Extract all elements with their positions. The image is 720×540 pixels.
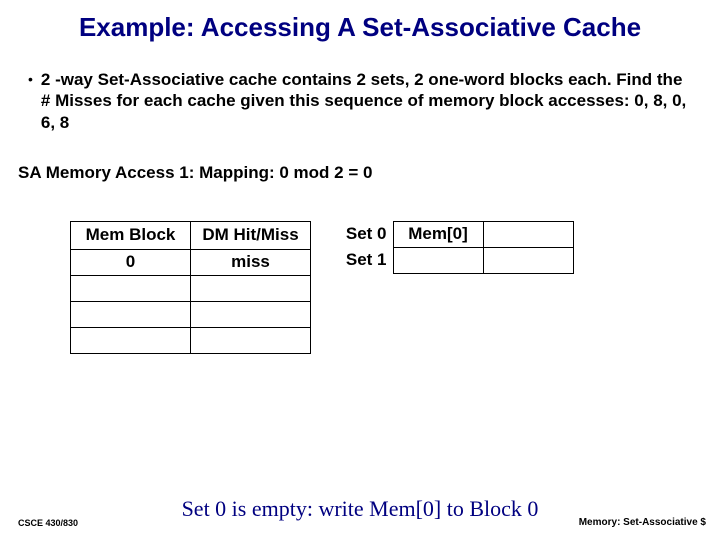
access-mapping-line: SA Memory Access 1: Mapping: 0 mod 2 = 0 bbox=[0, 133, 720, 183]
bullet-dot: • bbox=[28, 71, 33, 133]
cache-cell: Mem[0] bbox=[393, 221, 483, 247]
table-cell bbox=[71, 301, 191, 327]
table-cell: miss bbox=[191, 249, 311, 275]
table-cell bbox=[191, 275, 311, 301]
set-label-0: Set 0 bbox=[331, 221, 393, 247]
cache-cell bbox=[393, 247, 483, 273]
table-cell bbox=[191, 327, 311, 353]
cache-cell bbox=[483, 247, 573, 273]
col-header-hitmiss: DM Hit/Miss bbox=[191, 221, 311, 249]
tables-row: Mem Block DM Hit/Miss 0 miss Set 0 Mem[0… bbox=[0, 183, 720, 354]
table-cell: 0 bbox=[71, 249, 191, 275]
access-table: Mem Block DM Hit/Miss 0 miss bbox=[70, 221, 311, 354]
cache-state-table: Set 0 Mem[0] Set 1 bbox=[331, 221, 574, 274]
table-cell bbox=[71, 327, 191, 353]
col-header-memblock: Mem Block bbox=[71, 221, 191, 249]
slide-title: Example: Accessing A Set-Associative Cac… bbox=[0, 0, 720, 51]
table-cell bbox=[71, 275, 191, 301]
table-cell bbox=[191, 301, 311, 327]
footer-course-code: CSCE 430/830 bbox=[18, 518, 78, 528]
footer-topic: Memory: Set-Associative $ bbox=[579, 517, 706, 528]
cache-cell bbox=[483, 221, 573, 247]
set-label-1: Set 1 bbox=[331, 247, 393, 273]
bullet-item: • 2 -way Set-Associative cache contains … bbox=[0, 51, 720, 133]
bullet-text: 2 -way Set-Associative cache contains 2 … bbox=[41, 69, 690, 133]
